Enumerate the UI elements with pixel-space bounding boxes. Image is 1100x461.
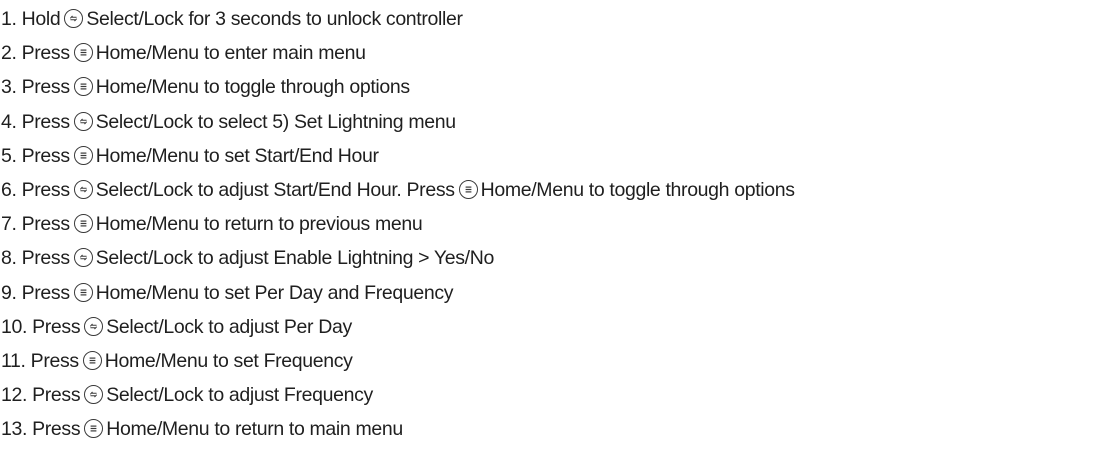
instruction-step: 5. Press Home/Menu to set Start/End Hour [1, 139, 1100, 173]
instruction-step: 11. Press Home/Menu to set Frequency [1, 344, 1100, 378]
step-text: Home/Menu to set Frequency [104, 349, 353, 372]
instruction-step: 1. Hold Select/Lock for 3 seconds to unlo… [1, 2, 1100, 36]
step-text: Home/Menu to set Per Day and Frequency [95, 281, 454, 304]
home-menu-icon [73, 282, 93, 302]
step-text: Select/Lock to adjust Per Day [106, 315, 352, 338]
home-menu-icon [82, 350, 102, 370]
step-text: 7. Press [1, 213, 70, 236]
instruction-step: 8. Press Select/Lock to adjust Enable Lig… [1, 241, 1100, 275]
step-text: Home/Menu to set Start/End Hour [95, 144, 379, 167]
step-text: Select/Lock to adjust Start/End Hour. Pr… [95, 178, 455, 201]
instruction-step: 9. Press Home/Menu to set Per Day and Fre… [1, 276, 1100, 310]
select-lock-icon [73, 111, 93, 131]
step-text: 12. Press [1, 384, 81, 407]
step-text: Select/Lock for 3 seconds to unlock cont… [86, 8, 463, 30]
step-text: 10. Press [1, 315, 81, 338]
home-menu-icon [458, 179, 478, 199]
step-text: 4. Press [1, 110, 70, 133]
step-text: Home/Menu to enter main menu [95, 42, 366, 65]
step-text: 8. Press [1, 247, 70, 270]
instruction-step: 7. Press Home/Menu to return to previous … [1, 207, 1100, 241]
home-menu-icon [73, 214, 93, 234]
step-text: Home/Menu to return to previous menu [95, 213, 423, 236]
step-text: Home/Menu to return to main menu [106, 418, 403, 441]
instruction-list: 1. Hold Select/Lock for 3 seconds to unlo… [1, 2, 1100, 446]
home-menu-icon [73, 145, 93, 165]
select-lock-icon [73, 248, 93, 268]
step-text: 1. Hold [1, 8, 61, 30]
home-menu-icon [73, 77, 93, 97]
instruction-step: 12. Press Select/Lock to adjust Frequency [1, 378, 1100, 412]
step-text: 6. Press [1, 178, 70, 201]
instruction-step: 13. Press Home/Menu to return to main men… [1, 412, 1100, 446]
home-menu-icon [84, 419, 104, 439]
select-lock-icon [84, 316, 104, 336]
instruction-step: 4. Press Select/Lock to select 5) Set Lig… [1, 105, 1100, 139]
step-text: 3. Press [1, 76, 70, 99]
step-text: Home/Menu to toggle through options [480, 178, 795, 201]
home-menu-icon [73, 43, 93, 63]
step-text: Select/Lock to adjust Enable Lightning >… [95, 247, 495, 270]
step-text: 13. Press [1, 418, 81, 441]
instruction-step: 3. Press Home/Menu to toggle through opti… [1, 70, 1100, 104]
select-lock-icon [64, 9, 84, 28]
step-text: 9. Press [1, 281, 70, 304]
instruction-step: 6. Press Select/Lock to adjust Start/End … [1, 173, 1100, 207]
instruction-step: 2. Press Home/Menu to enter main menu [1, 36, 1100, 70]
select-lock-icon [84, 385, 104, 405]
step-text: Select/Lock to select 5) Set Lightning m… [95, 110, 456, 133]
step-text: Home/Menu to toggle through options [95, 76, 410, 99]
step-text: 5. Press [1, 144, 70, 167]
step-text: 11. Press [1, 349, 79, 372]
step-text: Select/Lock to adjust Frequency [106, 384, 373, 407]
instruction-step: 10. Press Select/Lock to adjust Per Day [1, 310, 1100, 344]
select-lock-icon [73, 179, 93, 199]
step-text: 2. Press [1, 42, 70, 65]
